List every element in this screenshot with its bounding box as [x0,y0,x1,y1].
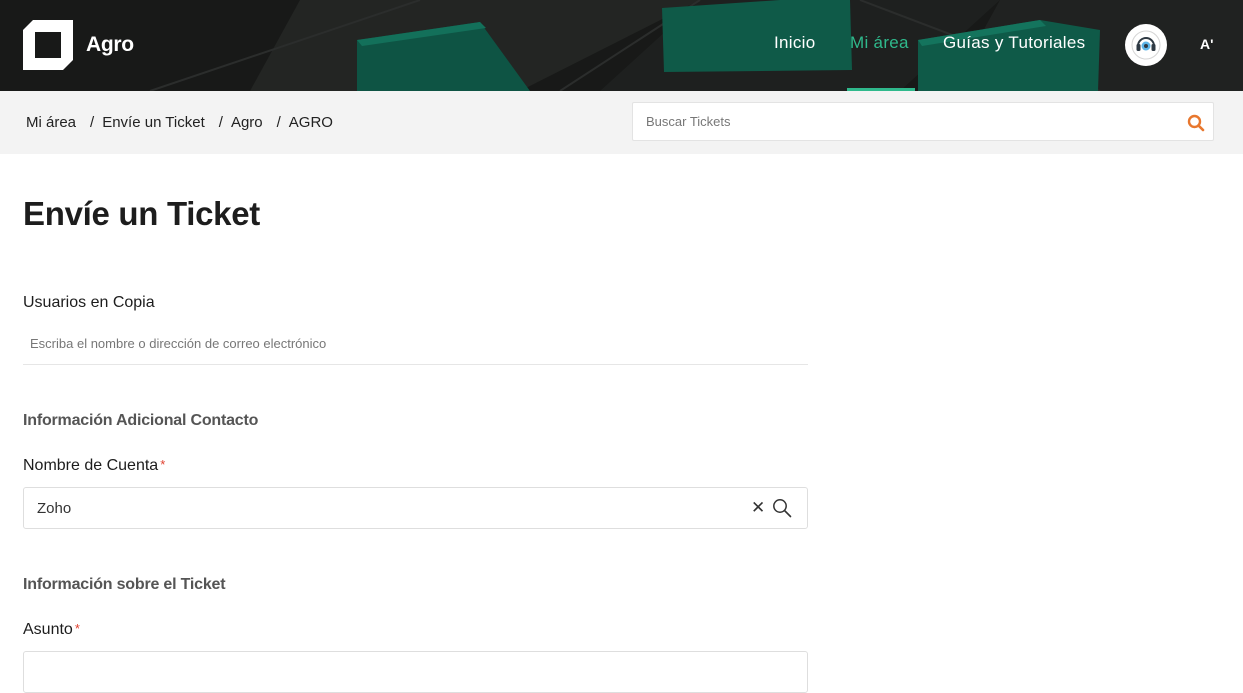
section-heading-contact: Información Adicional Contacto [23,412,259,429]
nav-item-mi-area[interactable]: Mi área [850,33,909,53]
breadcrumb-bar: Mi área / Envíe un Ticket / Agro / AGRO [0,91,1243,154]
top-header: Agro Inicio Mi área Guías y Tutoriales A… [0,0,1243,91]
nav-item-inicio[interactable]: Inicio [774,33,816,53]
subject-label-text: Asunto [23,621,73,638]
logo-icon [23,20,73,70]
breadcrumb-separator: / [276,114,281,131]
font-size-toggle[interactable]: A' [1200,36,1213,52]
page-title: Envíe un Ticket [23,195,260,232]
cc-users-field [23,326,808,365]
subject-label: Asunto * [23,621,80,639]
breadcrumb-separator: / [218,114,223,131]
headset-icon [1131,30,1161,60]
ticket-search-input[interactable] [644,113,1168,130]
required-marker: * [160,457,166,472]
brand-logo[interactable] [23,20,73,70]
required-marker: * [74,621,80,636]
ticket-search-box [632,102,1214,141]
breadcrumb-item-agro-dept: AGRO [288,114,333,131]
account-name-label-text: Nombre de Cuenta [23,457,159,474]
subject-field[interactable] [23,651,808,693]
section-heading-ticket: Información sobre el Ticket [23,576,226,593]
account-name-value: Zoho [37,500,72,517]
nav-item-guias-tutoriales[interactable]: Guías y Tutoriales [943,33,1085,53]
cc-users-input[interactable] [28,335,792,352]
account-name-label: Nombre de Cuenta * [23,457,165,475]
user-avatar[interactable] [1125,24,1167,66]
breadcrumb-item-envie-ticket[interactable]: Envíe un Ticket [102,114,205,131]
cc-users-label: Usuarios en Copia [23,294,155,311]
breadcrumb-separator: / [90,114,95,131]
account-name-field[interactable]: Zoho ✕ [23,487,808,529]
search-icon[interactable] [1187,114,1205,132]
breadcrumb-item-mi-area[interactable]: Mi área [26,114,76,131]
brand-name[interactable]: Agro [86,33,134,57]
breadcrumb-item-agro[interactable]: Agro [231,114,263,131]
lookup-search-icon[interactable] [772,498,792,518]
breadcrumb: Mi área / Envíe un Ticket / Agro / AGRO [26,114,333,131]
clear-icon[interactable]: ✕ [751,498,765,518]
